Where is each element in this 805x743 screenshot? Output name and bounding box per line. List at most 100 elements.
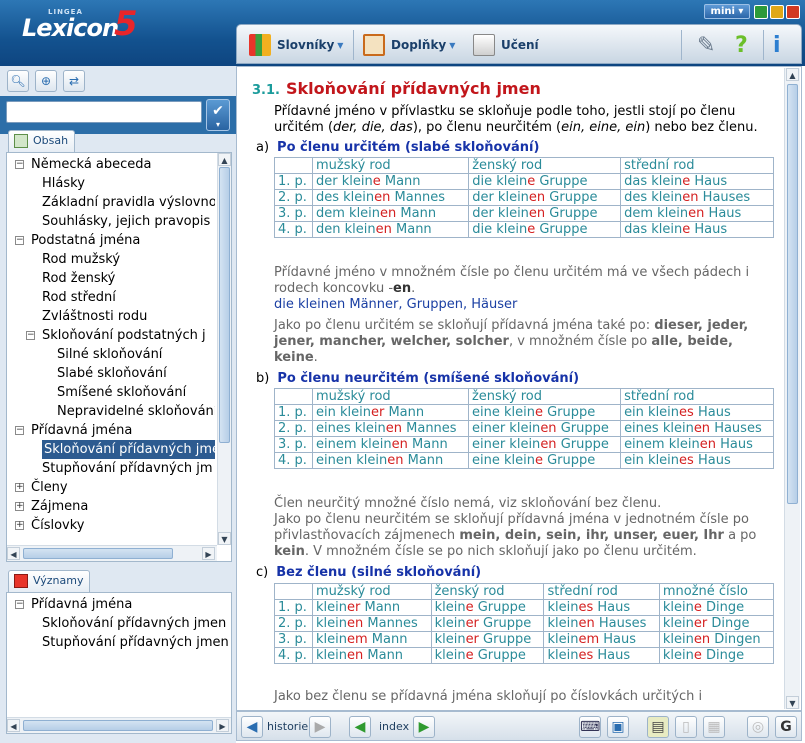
meanings-item[interactable]: Přídavná jména	[31, 595, 132, 614]
mini-mode-button[interactable]: mini ▾	[704, 4, 750, 19]
tree-item[interactable]: Souhlásky, jejich pravopis	[42, 212, 210, 231]
word-text: Gruppe	[542, 405, 596, 420]
word-text: Haus	[599, 632, 637, 647]
info-icon[interactable]: i	[773, 33, 781, 58]
tree-item[interactable]: Slabé skloňování	[57, 364, 167, 383]
word-text: Dinge	[707, 616, 750, 631]
expand-icon[interactable]: +	[15, 483, 24, 492]
find-icon[interactable]: ◎	[747, 716, 769, 738]
help-icon[interactable]: ?	[735, 33, 748, 58]
table-row: 4. p. einen kleinen Mann eine kleine Grupp…	[274, 452, 774, 469]
tree-item[interactable]: Rod mužský	[42, 250, 120, 269]
tree-item[interactable]: Zvláštnosti rodu	[42, 307, 147, 326]
tree-item[interactable]: Přídavná jména	[31, 421, 132, 440]
meanings-item[interactable]: Skloňování přídavných jmen	[42, 614, 226, 633]
menu-uceni[interactable]: Učení	[473, 34, 539, 56]
settings-wrench-icon[interactable]: ✎	[697, 33, 715, 58]
menu-doplnky[interactable]: Doplňky ▼	[363, 34, 455, 56]
case-label: 2. p.	[274, 615, 313, 632]
case-label: 1. p.	[274, 173, 313, 190]
index-back-icon[interactable]: ◀	[349, 716, 371, 738]
table-cell: des kleinen Hauses	[620, 189, 774, 206]
table-row: 4. p. den kleinen Mann die kleine Gruppe da…	[274, 221, 774, 238]
search-go-button[interactable]: ✔ ▾	[206, 99, 230, 131]
tab-vyznamy[interactable]: Významy	[8, 570, 91, 592]
collapse-icon[interactable]: −	[15, 160, 24, 169]
tree-hscrollbar[interactable]: ◀ ▶	[7, 545, 217, 561]
tree-item[interactable]: Silné skloňování	[57, 345, 162, 364]
word-text: klein	[434, 632, 466, 647]
zoom-search-icon[interactable]: ⊕	[35, 70, 57, 92]
expand-icon[interactable]: +	[15, 502, 24, 511]
tree-item[interactable]: Členy	[31, 478, 68, 497]
table-cell: dem kleinen Haus	[620, 205, 774, 222]
tree-hscroll-thumb[interactable]	[23, 548, 173, 559]
print-icon[interactable]: ▣	[607, 716, 629, 738]
collapse-icon[interactable]: −	[15, 600, 24, 609]
ending-text: e	[693, 648, 702, 663]
word-text: die klein	[472, 222, 528, 237]
disk-icon[interactable]: ▦	[703, 716, 725, 738]
ending-text: en	[375, 222, 392, 237]
tree-item[interactable]: Základní pravidla výslovno	[42, 193, 215, 212]
table-cell: der kleinen Gruppe	[468, 189, 622, 206]
tree-item[interactable]: Podstatná jména	[31, 231, 140, 250]
tree-item[interactable]: Rod ženský	[42, 269, 115, 288]
tree-vscrollbar[interactable]: ▲ ▼	[217, 153, 231, 545]
minimize-button[interactable]	[754, 5, 768, 19]
tab-obsah[interactable]: Obsah	[8, 130, 76, 152]
tree-scroll-thumb[interactable]	[219, 167, 230, 443]
meanings-hscrollbar[interactable]: ◀ ▶	[7, 717, 231, 733]
brand-label: LINGEA	[48, 8, 83, 16]
swap-icon[interactable]: ⇄	[63, 70, 85, 92]
table-cell: einer kleinen Gruppe	[467, 420, 622, 437]
table-cell: einer kleinen Gruppe	[467, 436, 622, 453]
collapse-icon[interactable]: −	[26, 331, 35, 340]
keyboard-icon[interactable]: ⌨	[579, 716, 601, 738]
table-header-cell: množné číslo	[658, 583, 775, 600]
history-back-icon[interactable]: ◀	[241, 716, 263, 738]
tree-item[interactable]: Zájmena	[31, 497, 88, 516]
collapse-icon[interactable]: −	[15, 426, 24, 435]
view-mode-icon[interactable]: ▤	[647, 716, 669, 738]
history-forward-icon[interactable]: ▶	[309, 716, 331, 738]
tree-item[interactable]: Smíšené skloňování	[57, 383, 186, 402]
ending-text: es	[679, 453, 694, 468]
tree-item[interactable]: Skloňování přídavných jme	[42, 440, 215, 459]
page-icon[interactable]: ▯	[675, 716, 697, 738]
index-forward-icon[interactable]: ▶	[413, 716, 435, 738]
expand-icon[interactable]: +	[15, 521, 24, 530]
grammar-icon[interactable]: G	[775, 716, 797, 738]
tree-item[interactable]: Číslovky	[31, 516, 84, 535]
article-scroll-thumb[interactable]	[787, 84, 798, 504]
menu-slovniky[interactable]: Slovníky ▼	[249, 34, 343, 56]
word-text: der klein	[472, 206, 529, 221]
word-text: eine klein	[471, 405, 535, 420]
meanings-item[interactable]: Stupňování přídavných jmen	[42, 633, 229, 652]
ending-text: en	[387, 453, 404, 468]
table-cell: ein kleiner Mann	[312, 404, 469, 421]
word-text: Mannes	[402, 421, 457, 436]
search-input[interactable]	[6, 101, 202, 123]
table-corner-cell	[274, 583, 313, 600]
word-text: Mann	[363, 648, 404, 663]
tree-item[interactable]: Skloňování podstatných j	[42, 326, 206, 345]
meanings-hscroll-thumb[interactable]	[23, 720, 213, 731]
tree-item[interactable]: Hlásky	[42, 174, 85, 193]
close-button[interactable]	[786, 5, 800, 19]
table-row: 2. p. kleinen Mannes kleiner Gruppe kleinen…	[274, 615, 775, 632]
tree-item[interactable]: Nepravidelné skloňování	[57, 402, 215, 421]
tree-item[interactable]: Německá abeceda	[31, 155, 152, 174]
article-vscrollbar[interactable]: ▲ ▼	[784, 68, 800, 709]
tree-item[interactable]: Stupňování přídavných jm	[42, 459, 213, 478]
word-text: des klein	[624, 190, 683, 205]
search-icon[interactable]: 🔍︎	[7, 70, 29, 92]
maximize-button[interactable]	[770, 5, 784, 19]
tree-item[interactable]: Rod střední	[42, 288, 116, 307]
collapse-icon[interactable]: −	[15, 236, 24, 245]
nav-bar: ◀ historie ▶ ◀ index ▶ ⌨ ▣ ▤ ▯ ▦ ◎ G	[236, 711, 802, 741]
ending-text: en	[528, 206, 546, 221]
table-header-cell: mužský rod	[312, 388, 469, 405]
table-cell: ein kleines Haus	[620, 452, 774, 469]
section-c-heading: c) Bez členu (silné skloňování)	[256, 565, 482, 580]
